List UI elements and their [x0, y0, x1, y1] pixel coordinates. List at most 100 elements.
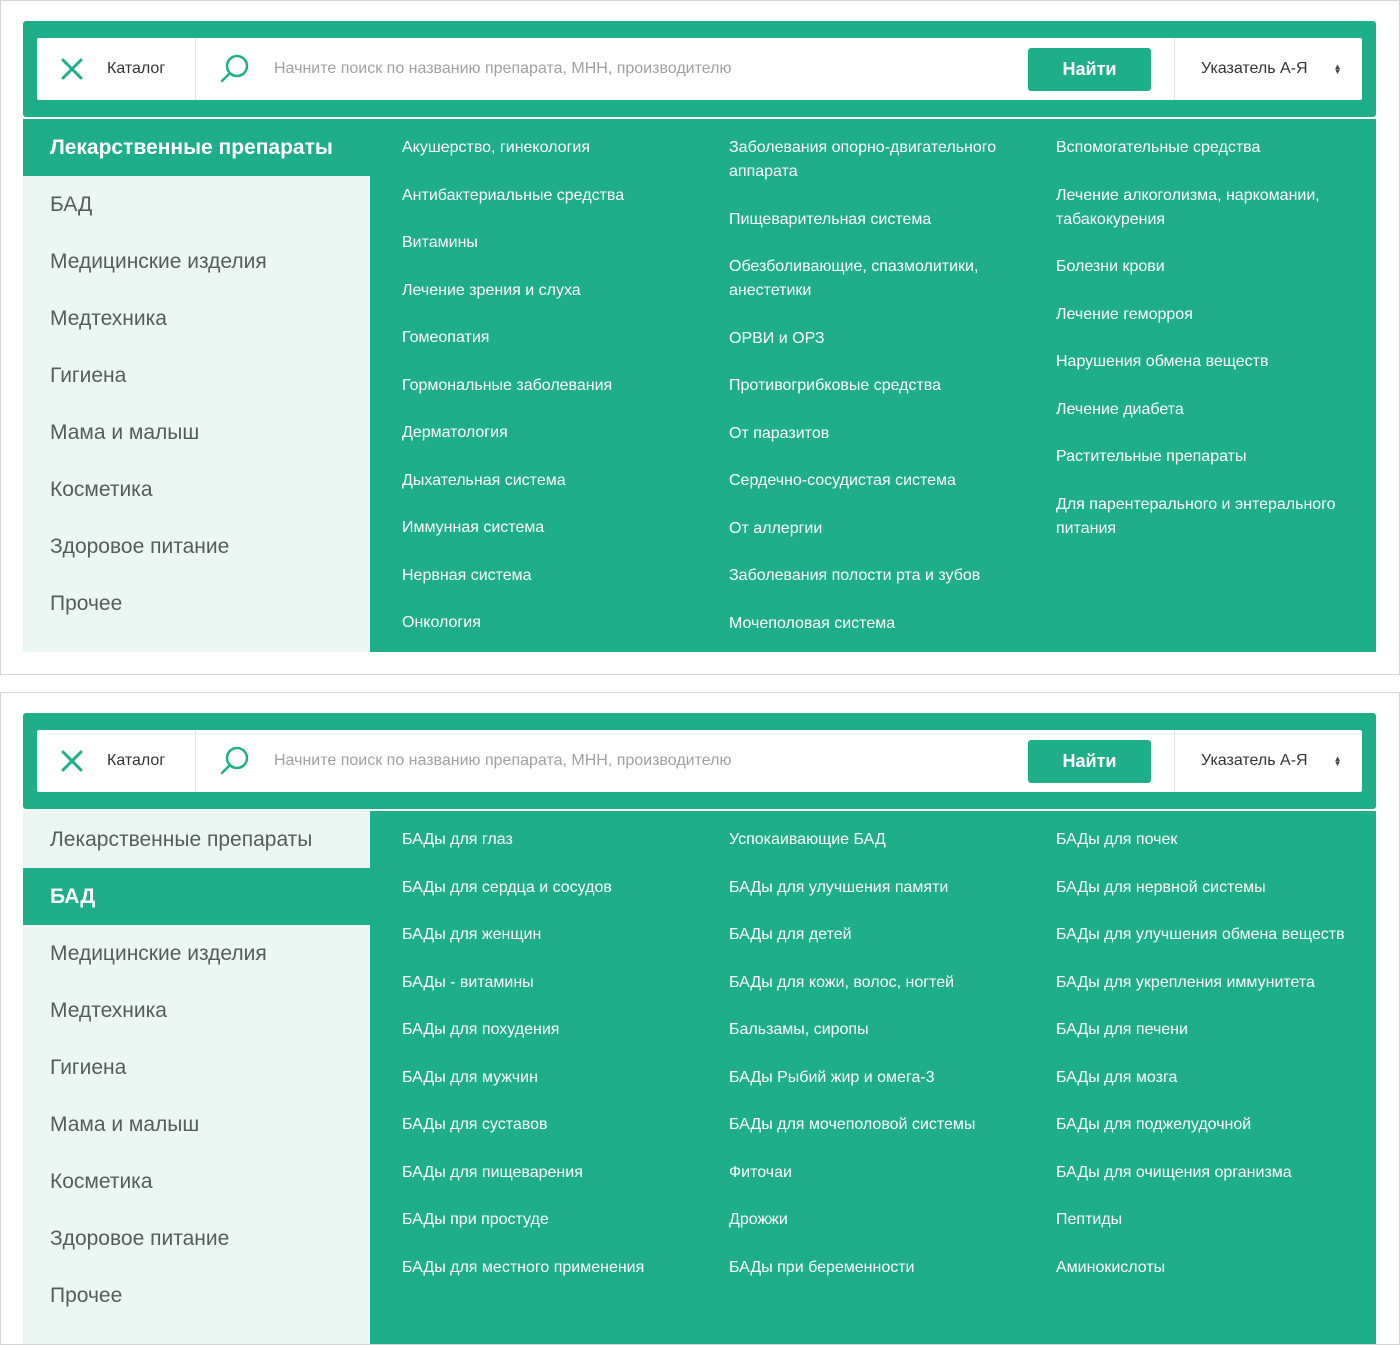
subcategory-link[interactable]: БАДы для суставов [402, 1113, 702, 1137]
subcategory-link[interactable]: Болезни крови [1056, 255, 1356, 279]
subcategory-link[interactable]: Вспомогательные средства [1056, 136, 1356, 160]
catalog-body: Лекарственные препараты БАД Медицинские из… [23, 811, 1376, 1344]
subcategory-link[interactable]: БАДы для улучшения обмена веществ [1056, 923, 1356, 947]
subcategory-link[interactable]: БАДы для пищеварения [402, 1161, 702, 1185]
find-button[interactable]: Найти [1028, 739, 1151, 783]
category-item[interactable]: Гигиена [23, 347, 370, 404]
subcategory-link[interactable]: Аминокислоты [1056, 1256, 1356, 1280]
subcategory-link[interactable]: БАДы Рыбий жир и омега-3 [729, 1066, 1029, 1090]
category-item[interactable]: Лекарственные препараты [23, 119, 370, 176]
category-item[interactable]: Здоровое питание [23, 1210, 370, 1267]
subcategory-link[interactable]: БАДы для укрепления иммунитета [1056, 971, 1356, 995]
subcategory-column-2: Успокаивающие БАД БАДы для улучшения памя… [729, 828, 1029, 1303]
category-item[interactable]: Медтехника [23, 290, 370, 347]
subcategory-link[interactable]: Лечение диабета [1056, 398, 1356, 422]
search-icon [220, 746, 249, 775]
subcategory-link[interactable]: БАДы для женщин [402, 923, 702, 947]
subcategory-column-3: БАДы для почек БАДы для нервной системы БА… [1056, 828, 1356, 1303]
subcategory-column-1: Акушерство, гинекология Антибактериальные… [402, 136, 702, 659]
subcategory-link[interactable]: БАДы для печени [1056, 1018, 1356, 1042]
subcategory-link[interactable]: Дрожжи [729, 1208, 1029, 1232]
subcategory-link[interactable]: БАДы для мужчин [402, 1066, 702, 1090]
search-input[interactable] [272, 740, 1028, 782]
subcategory-link[interactable]: БАДы для местного применения [402, 1256, 702, 1280]
subcategory-link[interactable]: Для парентерального и энтерального питан… [1056, 493, 1356, 541]
catalog-label[interactable]: Каталог [107, 752, 195, 770]
subcategory-link[interactable]: Пищеварительная система [729, 208, 1029, 232]
subcategory-link[interactable]: Заболевания опорно-двигательного аппарат… [729, 136, 1029, 184]
subcategory-link[interactable]: БАДы для поджелудочной [1056, 1113, 1356, 1137]
index-a-z-label: Указатель А-Я [1201, 752, 1308, 769]
subcategory-link[interactable]: Мочеполовая система [729, 612, 1029, 636]
subcategory-link[interactable]: БАДы для кожи, волос, ногтей [729, 971, 1029, 995]
subcategory-link[interactable]: Фиточаи [729, 1161, 1029, 1185]
index-a-z-select[interactable]: Указатель А-Я ▲ ▼ [1175, 730, 1362, 792]
subcategory-link[interactable]: От аллергии [729, 517, 1029, 541]
index-a-z-select[interactable]: Указатель А-Я ▲ ▼ [1175, 38, 1362, 100]
category-item[interactable]: Мама и малыш [23, 1096, 370, 1153]
close-icon [61, 58, 83, 80]
category-item[interactable]: Лекарственные препараты [23, 811, 370, 868]
subcategory-link[interactable]: БАДы для глаз [402, 828, 702, 852]
catalog-body: Лекарственные препараты БАД Медицинские из… [23, 119, 1376, 652]
subcategory-link[interactable]: Заболевания полости рта и зубов [729, 564, 1029, 588]
subcategory-link[interactable]: БАДы - витамины [402, 971, 702, 995]
subcategory-link[interactable]: Акушерство, гинекология [402, 136, 702, 160]
category-item[interactable]: БАД [23, 176, 370, 233]
subcategory-link[interactable]: Лечение геморроя [1056, 303, 1356, 327]
subcategory-link[interactable]: Нервная система [402, 564, 702, 588]
subcategory-link[interactable]: БАДы для нервной системы [1056, 876, 1356, 900]
close-catalog-button[interactable] [37, 38, 107, 100]
subcategory-link[interactable]: От паразитов [729, 422, 1029, 446]
subcategory-link[interactable]: Противогрибковые средства [729, 374, 1029, 398]
subcategory-link[interactable]: БАДы для детей [729, 923, 1029, 947]
search-bar-container: Каталог Найти Указатель А-Я ▲▼ [23, 21, 1376, 117]
category-sidebar: Лекарственные препараты БАД Медицинские из… [23, 119, 370, 652]
search-input[interactable] [272, 48, 1028, 90]
category-item[interactable]: Медтехника [23, 982, 370, 1039]
category-item[interactable]: Прочее [23, 1267, 370, 1324]
subcategory-link[interactable]: Лечение зрения и слуха [402, 279, 702, 303]
subcategory-link[interactable]: Обезболивающие, спазмолитики, анестетики [729, 255, 1029, 303]
subcategory-link[interactable]: БАДы для мозга [1056, 1066, 1356, 1090]
subcategory-link[interactable]: ОРВИ и ОРЗ [729, 327, 1029, 351]
category-item[interactable]: БАД [23, 868, 370, 925]
subcategory-link[interactable]: Бальзамы, сиропы [729, 1018, 1029, 1042]
category-item[interactable]: Гигиена [23, 1039, 370, 1096]
subcategory-link[interactable]: БАДы при простуде [402, 1208, 702, 1232]
subcategory-link[interactable]: Лечение алкоголизма, наркомании, табакок… [1056, 184, 1356, 232]
subcategory-link[interactable]: Успокаивающие БАД [729, 828, 1029, 852]
subcategory-link[interactable]: Гомеопатия [402, 326, 702, 350]
category-item[interactable]: Прочее [23, 575, 370, 632]
close-catalog-button[interactable] [37, 730, 107, 792]
subcategory-link[interactable]: БАДы для похудения [402, 1018, 702, 1042]
subcategory-link[interactable]: Гормональные заболевания [402, 374, 702, 398]
subcategory-link[interactable]: Нарушения обмена веществ [1056, 350, 1356, 374]
category-item[interactable]: Медицинские изделия [23, 925, 370, 982]
category-item[interactable]: Здоровое питание [23, 518, 370, 575]
subcategory-link[interactable]: Антибактериальные средства [402, 184, 702, 208]
subcategory-link[interactable]: Дерматология [402, 421, 702, 445]
search-icon-button[interactable] [196, 730, 272, 792]
subcategory-link[interactable]: БАДы при беременности [729, 1256, 1029, 1280]
category-item[interactable]: Мама и малыш [23, 404, 370, 461]
subcategory-link[interactable]: БАДы для сердца и сосудов [402, 876, 702, 900]
category-item[interactable]: Косметика [23, 1153, 370, 1210]
subcategory-link[interactable]: БАДы для очищения организма [1056, 1161, 1356, 1185]
subcategory-link[interactable]: Дыхательная система [402, 469, 702, 493]
catalog-label[interactable]: Каталог [107, 60, 195, 78]
subcategory-link[interactable]: БАДы для мочеполовой системы [729, 1113, 1029, 1137]
find-button[interactable]: Найти [1028, 47, 1151, 91]
subcategory-link[interactable]: БАДы для улучшения памяти [729, 876, 1029, 900]
subcategory-link[interactable]: БАДы для почек [1056, 828, 1356, 852]
category-item[interactable]: Косметика [23, 461, 370, 518]
subcategory-link[interactable]: Сердечно-сосудистая система [729, 469, 1029, 493]
category-item[interactable]: Медицинские изделия [23, 233, 370, 290]
subcategory-link[interactable]: Онкология [402, 611, 702, 635]
search-icon-button[interactable] [196, 38, 272, 100]
subcategory-link[interactable]: Иммунная система [402, 516, 702, 540]
sort-arrows-icon: ▲ ▼ [1333, 754, 1342, 768]
subcategory-link[interactable]: Растительные препараты [1056, 445, 1356, 469]
subcategory-link[interactable]: Витамины [402, 231, 702, 255]
subcategory-link[interactable]: Пептиды [1056, 1208, 1356, 1232]
